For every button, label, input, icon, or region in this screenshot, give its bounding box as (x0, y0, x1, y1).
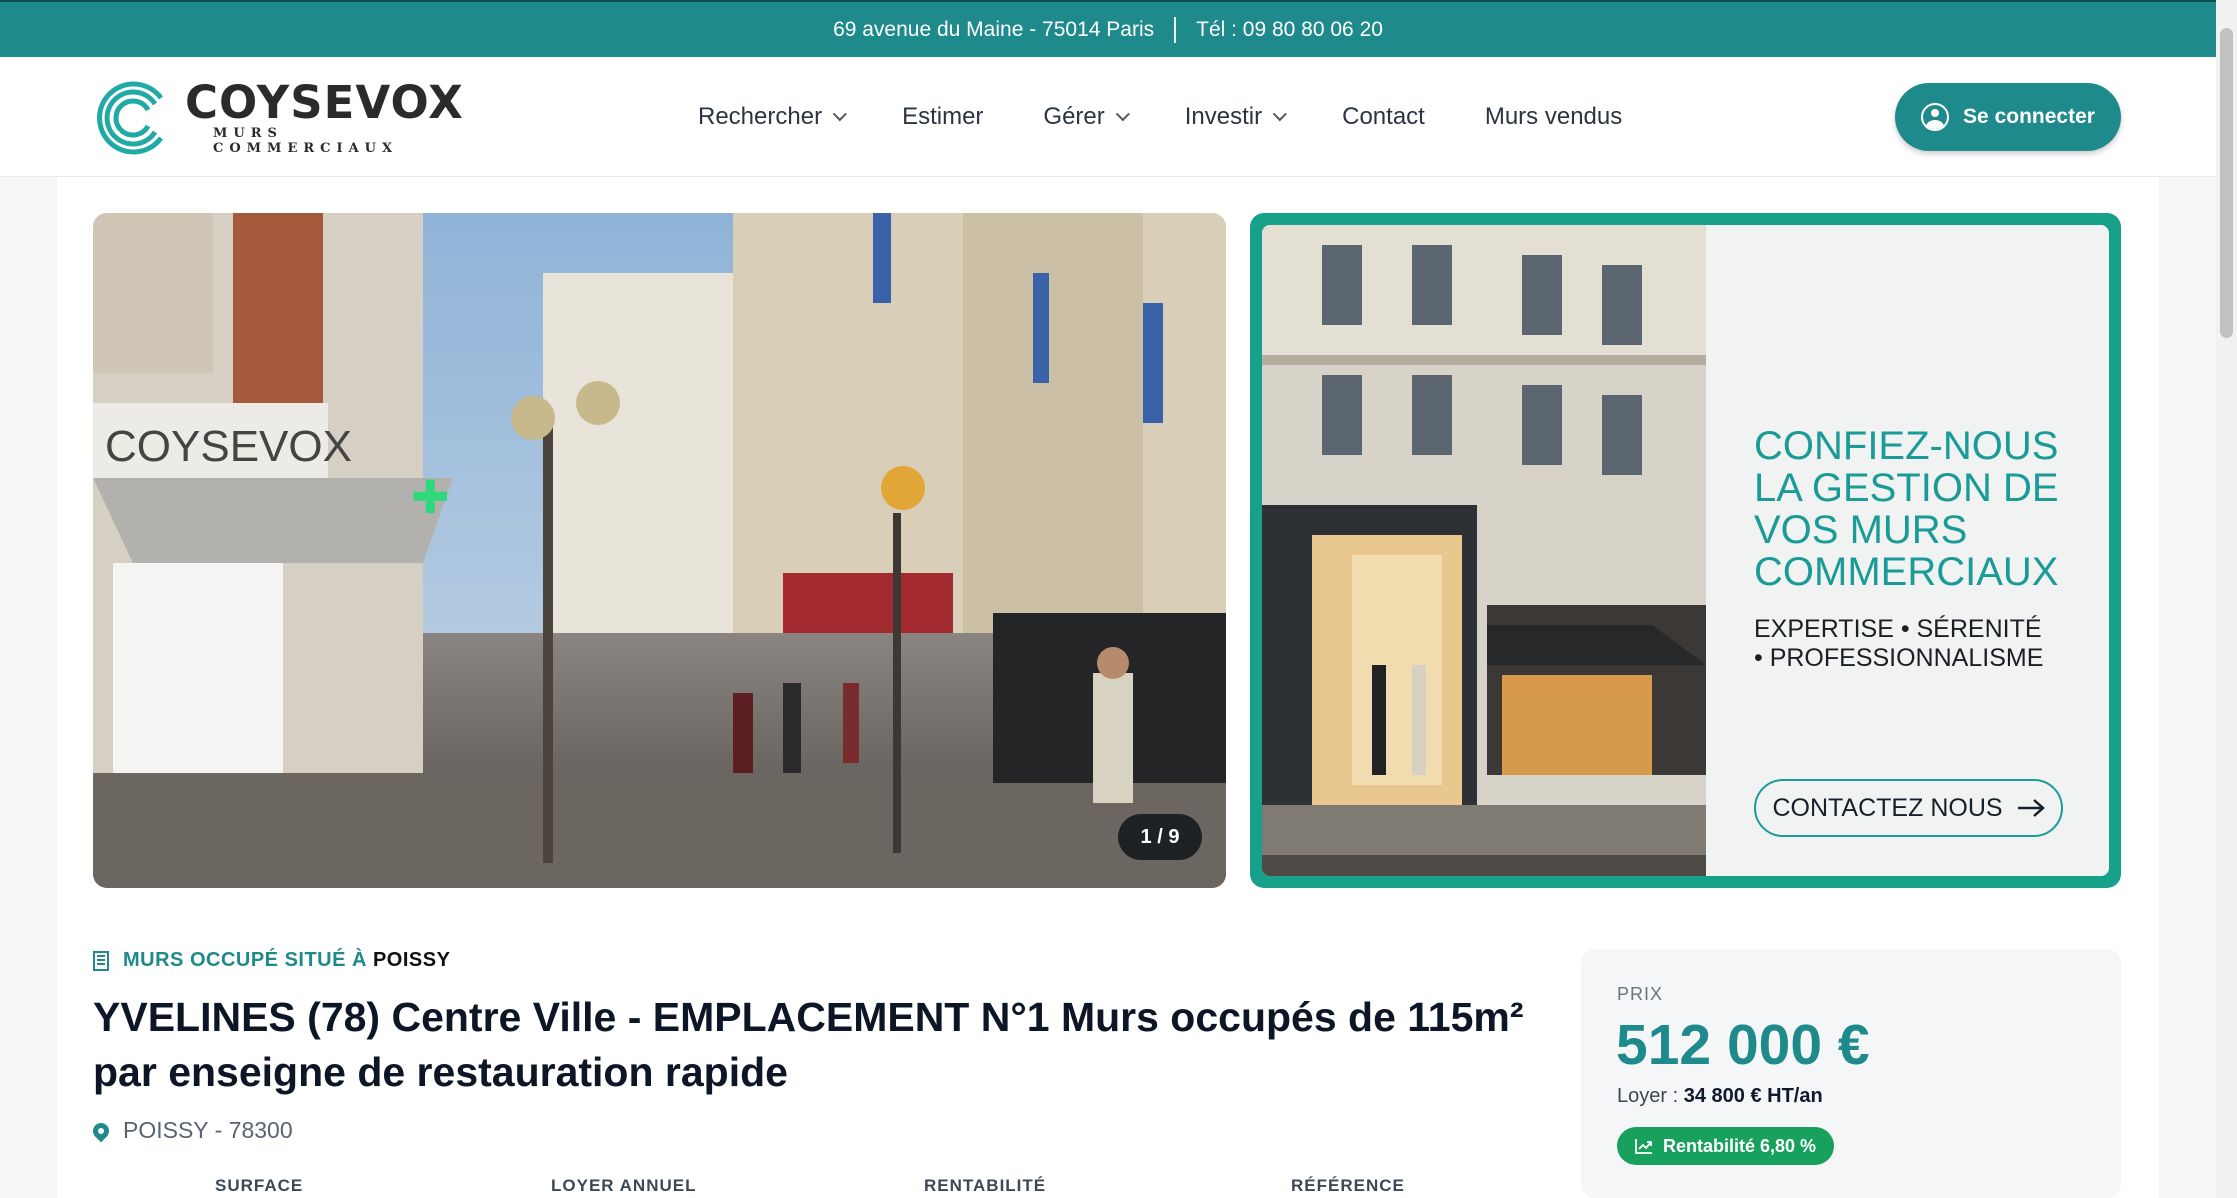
nav-murs-vendus[interactable]: Murs vendus (1485, 103, 1622, 131)
chevron-down-icon (832, 107, 847, 122)
listing-kicker: MURS OCCUPÉ SITUÉ À POISSY (93, 949, 450, 972)
fact-rent-label: LOYER ANNUEL (551, 1176, 697, 1195)
street-photo: COYSEVOX ✚ (93, 213, 1226, 888)
management-promo-banner[interactable]: CONFIEZ-NOUS LA GESTION DE VOS MURS COMM… (1250, 213, 2121, 888)
address-text: 69 avenue du Maine - 75014 Paris (833, 17, 1155, 41)
page-scrollbar[interactable] (2216, 0, 2237, 1198)
fact-surface-label: SURFACE (215, 1176, 304, 1195)
price-card: PRIX 512 000 € Loyer : 34 800 € HT/an Re… (1581, 949, 2121, 1198)
logo-subtitle: MURS COMMERCIAUX (213, 126, 399, 156)
main-nav: Rechercher Estimer Gérer Investir Contac… (698, 57, 1682, 177)
nav-gerer[interactable]: Gérer (1043, 103, 1130, 131)
yield-badge: Rentabilité 6,80 % (1617, 1127, 1835, 1165)
top-info-bar: 69 avenue du Maine - 75014 Paris Tél : 0… (0, 0, 2216, 57)
listing-title: YVELINES (78) Centre Ville - EMPLACEMENT… (93, 994, 1524, 1095)
nav-estimer[interactable]: Estimer (902, 103, 983, 131)
nav-contact[interactable]: Contact (1342, 103, 1425, 131)
logo-wordmark: COYSEVOX (185, 76, 464, 129)
kicker-city: POISSY (372, 949, 451, 971)
storefront-photo (1262, 225, 1706, 876)
fact-yield-label: RENTABILITÉ (924, 1176, 1047, 1195)
rent-info: Loyer : 34 800 € HT/an (1617, 1085, 1823, 1107)
listing-facts: SURFACE LOYER ANNUEL RENTABILITÉ RÉFÉREN… (0, 1176, 1560, 1196)
phone-text[interactable]: Tél : 09 80 80 06 20 (1196, 18, 1383, 42)
login-button[interactable]: Se connecter (1895, 83, 2121, 151)
promo-title: CONFIEZ-NOUS LA GESTION DE VOS MURS COMM… (1754, 424, 2059, 594)
chevron-down-icon (1272, 107, 1288, 122)
building-icon (93, 950, 109, 971)
nav-rechercher[interactable]: Rechercher (698, 103, 847, 131)
map-pin-icon (89, 1119, 113, 1142)
promo-tagline: EXPERTISE • SÉRENITÉ • PROFESSIONNALISME (1754, 615, 2044, 672)
pharmacy-cross-icon: ✚ (411, 470, 450, 524)
logo-c-icon (97, 81, 164, 155)
divider (1174, 16, 1177, 43)
scrollbar-thumb[interactable] (2220, 28, 2233, 338)
image-counter: 1 / 9 (1118, 814, 1202, 860)
trend-up-icon (1635, 1139, 1652, 1154)
shop-sign-text: COYSEVOX (105, 422, 352, 471)
site-header: COYSEVOX MURS COMMERCIAUX Rechercher Est… (0, 57, 2216, 177)
price-value: 512 000 € (1616, 1013, 1870, 1077)
rent-value: 34 800 € HT/an (1683, 1085, 1823, 1107)
contact-us-button[interactable]: CONTACTEZ NOUS (1754, 779, 2063, 837)
price-label: PRIX (1617, 984, 1664, 1004)
chevron-down-icon (1115, 107, 1130, 122)
site-logo[interactable]: COYSEVOX MURS COMMERCIAUX (93, 75, 463, 161)
arrow-right-icon (2017, 799, 2045, 817)
fact-reference-label: RÉFÉRENCE (1291, 1176, 1405, 1195)
nav-investir[interactable]: Investir (1185, 103, 1288, 131)
photo-gallery[interactable]: COYSEVOX ✚ 1 / 9 (93, 213, 1226, 888)
user-icon (1921, 103, 1950, 131)
listing-location: POISSY - 78300 (89, 1117, 293, 1144)
